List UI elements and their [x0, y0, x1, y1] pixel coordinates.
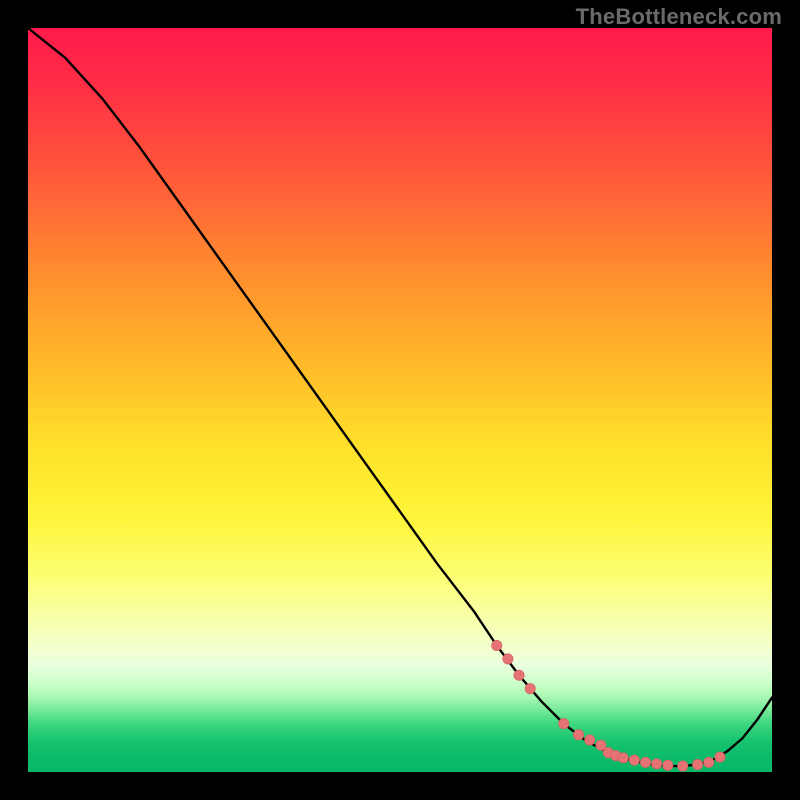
plot-area: [28, 28, 772, 772]
marker-dot: [692, 759, 702, 769]
marker-dot: [651, 759, 661, 769]
marker-dot: [663, 760, 673, 770]
marker-dot: [585, 735, 595, 745]
curve-svg: [28, 28, 772, 772]
marker-dot: [678, 761, 688, 771]
marker-group: [492, 640, 726, 771]
marker-dot: [618, 753, 628, 763]
watermark-text: TheBottleneck.com: [576, 4, 782, 30]
marker-dot: [640, 757, 650, 767]
marker-dot: [629, 755, 639, 765]
marker-dot: [503, 654, 513, 664]
marker-dot: [492, 640, 502, 650]
marker-dot: [514, 670, 524, 680]
marker-dot: [715, 752, 725, 762]
chart-stage: TheBottleneck.com: [0, 0, 800, 800]
bottleneck-curve: [28, 28, 772, 766]
marker-dot: [525, 683, 535, 693]
marker-dot: [573, 730, 583, 740]
marker-dot: [558, 718, 568, 728]
marker-dot: [704, 757, 714, 767]
